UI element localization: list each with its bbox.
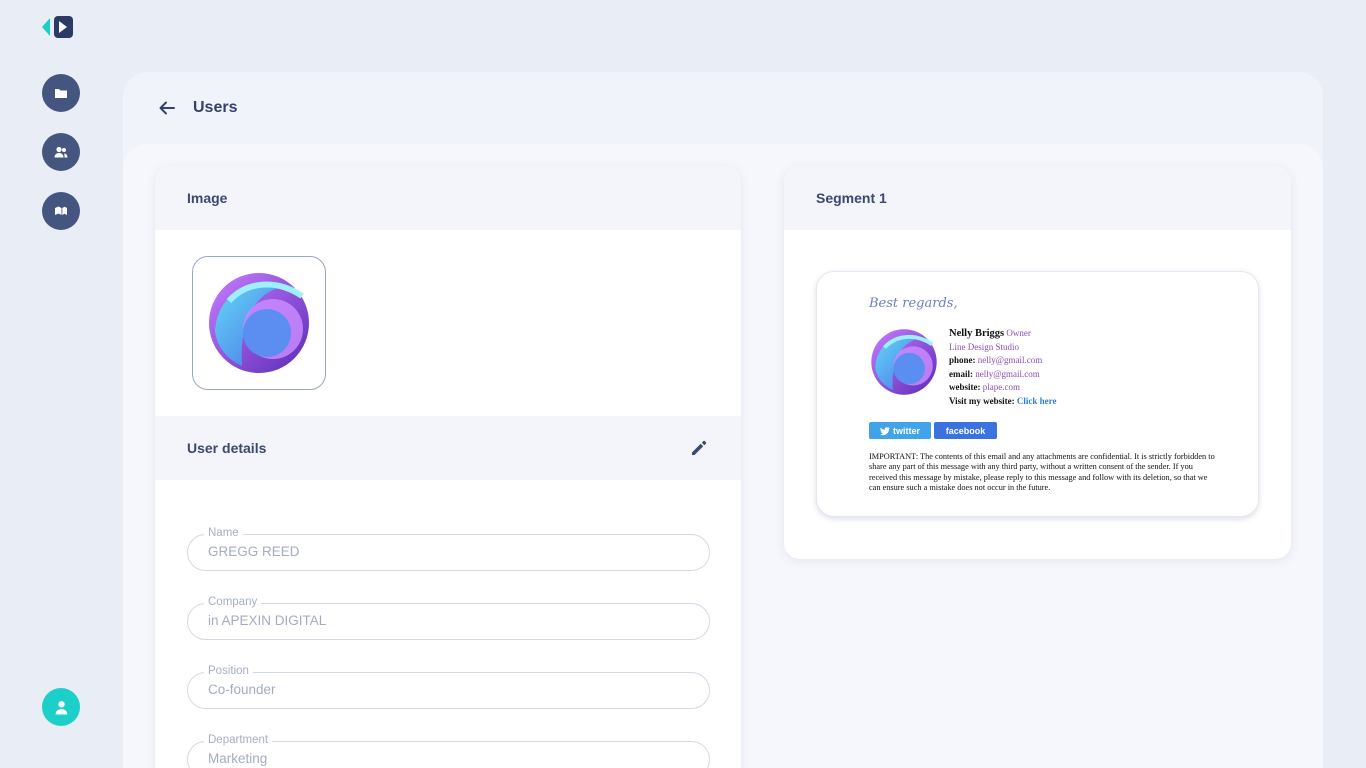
department-input[interactable] xyxy=(208,751,688,766)
page-title: Users xyxy=(193,99,238,116)
app-logo[interactable] xyxy=(42,15,74,39)
signature-preview: Best regards, Nelly Briggs Owner Line De… xyxy=(816,271,1259,517)
phone-value[interactable]: nelly@gmail.com xyxy=(978,355,1043,365)
name-field: Name xyxy=(187,527,710,571)
profile-button[interactable] xyxy=(42,688,80,726)
website-label: website: xyxy=(949,382,981,392)
main-panel: Users Image User details Name GREGG REED… xyxy=(123,72,1323,768)
signature-disclaimer: IMPORTANT: The contents of this email an… xyxy=(869,452,1215,493)
visit-label: Visit my website: xyxy=(949,395,1015,406)
user-image xyxy=(209,273,309,373)
user-icon xyxy=(55,700,67,714)
segment-card-heading: Segment 1 xyxy=(784,166,1291,230)
company-input[interactable] xyxy=(208,613,688,628)
facebook-label: facebook xyxy=(945,425,986,436)
email-label: email: xyxy=(949,368,973,379)
signature-logo xyxy=(871,329,937,395)
nav-users-button[interactable] xyxy=(42,133,80,171)
users-icon xyxy=(54,146,68,158)
name-label: Name xyxy=(204,527,243,539)
company-label: Company xyxy=(204,596,262,608)
signature-name: Nelly Briggs xyxy=(949,328,1005,339)
arrow-left-icon[interactable] xyxy=(158,99,176,117)
position-label: Position xyxy=(204,665,253,677)
panel-body: Image User details Name GREGG REED Compa… xyxy=(123,144,1323,768)
position-field: Position xyxy=(187,665,710,709)
pencil-icon[interactable] xyxy=(689,438,709,458)
social-buttons: twitter facebook xyxy=(869,422,997,439)
signature-info: Nelly Briggs Owner Line Design Studio ph… xyxy=(949,327,1056,408)
nav-files-button[interactable] xyxy=(42,74,80,112)
twitter-icon xyxy=(880,426,890,435)
twitter-label: twitter xyxy=(893,425,920,436)
signature-greeting: Best regards, xyxy=(869,296,958,311)
department-label: Department xyxy=(204,734,273,746)
user-image-upload[interactable] xyxy=(192,256,326,390)
user-details-header: User details xyxy=(155,416,741,480)
signature-company: Line Design Studio xyxy=(949,341,1019,352)
visit-link[interactable]: Click here xyxy=(1017,396,1057,406)
email-value[interactable]: nelly@gmail.com xyxy=(975,369,1040,379)
company-field: Company xyxy=(187,596,710,640)
folder-icon xyxy=(55,89,67,98)
facebook-button[interactable]: facebook xyxy=(934,422,997,439)
segment-card: Segment 1 Best regards, Nelly Briggs Own… xyxy=(784,166,1291,559)
nav-segments-button[interactable] xyxy=(42,192,80,230)
department-field: Department xyxy=(187,734,710,768)
position-input[interactable] xyxy=(208,682,688,697)
user-card: Image User details Name GREGG REED Compa… xyxy=(155,166,741,768)
phone-label: phone: xyxy=(949,355,976,365)
user-details-heading: User details xyxy=(187,440,267,456)
name-input[interactable] xyxy=(208,544,688,559)
image-card-heading: Image xyxy=(155,166,741,230)
segments-icon xyxy=(55,206,67,215)
page-header: Users xyxy=(123,72,1323,144)
website-value[interactable]: plape.com xyxy=(983,382,1020,392)
signature-role: Owner xyxy=(1006,328,1031,338)
twitter-button[interactable]: twitter xyxy=(869,422,931,439)
